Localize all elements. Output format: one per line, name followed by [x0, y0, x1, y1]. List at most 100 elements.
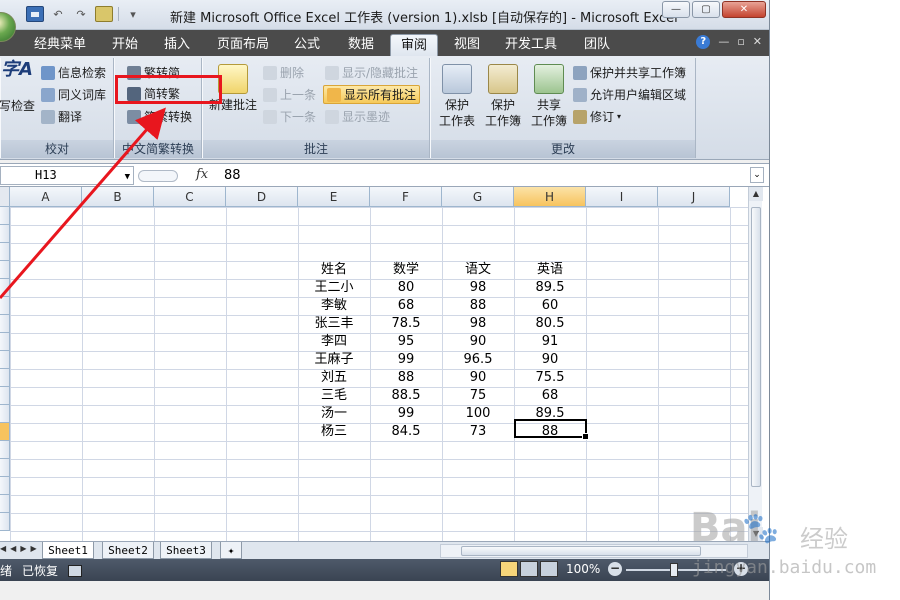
spelling-button[interactable]: 字A 写检查	[0, 61, 37, 114]
table-cell[interactable]: 75	[442, 387, 514, 405]
tab-view[interactable]: 视图	[446, 34, 488, 56]
zoom-out-icon[interactable]: −	[608, 562, 622, 576]
track-changes-button[interactable]: 修订 ▾	[573, 108, 621, 125]
delete-comment-button[interactable]: 删除	[263, 64, 304, 81]
column-header-e[interactable]: E	[298, 187, 370, 207]
row-header[interactable]	[0, 387, 10, 405]
show-all-comments-button[interactable]: 显示所有批注	[323, 85, 421, 104]
name-box-dropdown-icon[interactable]: ▼	[125, 169, 130, 186]
table-cell[interactable]: 80	[370, 279, 442, 297]
table-cell[interactable]: 99	[370, 351, 442, 369]
column-header-b[interactable]: B	[82, 187, 154, 207]
row-header[interactable]	[0, 423, 10, 441]
table-cell[interactable]: 刘五	[298, 369, 370, 387]
select-all-button[interactable]	[0, 187, 10, 207]
table-cell[interactable]: 王二小	[298, 279, 370, 297]
vertical-scrollbar[interactable]: ▲ ▼	[748, 187, 763, 541]
column-header-c[interactable]: C	[154, 187, 226, 207]
row-header[interactable]	[0, 207, 10, 225]
translate-button[interactable]: 翻译	[41, 108, 82, 125]
row-header[interactable]	[0, 333, 10, 351]
table-cell[interactable]: 73	[442, 423, 514, 441]
table-cell[interactable]: 90	[442, 333, 514, 351]
table-cell[interactable]: 88.5	[370, 387, 442, 405]
ribbon-restore-icon[interactable]: ▫	[737, 35, 744, 49]
tab-team[interactable]: 团队	[576, 34, 618, 56]
page-break-view-icon[interactable]	[540, 561, 558, 577]
table-cell[interactable]: 杨三	[298, 423, 370, 441]
protect-workbook-button[interactable]: 保护 工作簿	[481, 64, 525, 129]
thesaurus-button[interactable]: 同义词库	[41, 86, 106, 103]
formula-expand-icon[interactable]: ⌄	[750, 167, 764, 183]
table-cell[interactable]: 98	[442, 315, 514, 333]
sheet-tab-sheet1[interactable]: Sheet1	[42, 542, 94, 559]
tab-home[interactable]: 开始	[104, 34, 146, 56]
minimize-button[interactable]: —	[662, 1, 690, 18]
redo-icon[interactable]: ↷	[72, 6, 90, 22]
table-header-cell[interactable]: 数学	[370, 261, 442, 279]
table-cell[interactable]: 89.5	[514, 279, 586, 297]
row-header[interactable]	[0, 513, 10, 531]
research-button[interactable]: 信息检索	[41, 64, 106, 81]
insert-sheet-icon[interactable]: ✦	[220, 542, 242, 559]
macro-record-icon[interactable]	[68, 564, 83, 577]
ribbon-close-icon[interactable]: ✕	[753, 35, 762, 49]
ribbon-minimize-icon[interactable]: —	[718, 35, 729, 49]
column-header-g[interactable]: G	[442, 187, 514, 207]
zoom-level[interactable]: 100%	[566, 562, 600, 576]
table-cell[interactable]: 汤一	[298, 405, 370, 423]
insert-function-icon[interactable]: fx	[196, 167, 208, 182]
sheet-tab-sheet3[interactable]: Sheet3	[160, 542, 212, 559]
table-cell[interactable]: 91	[514, 333, 586, 351]
table-cell[interactable]: 80.5	[514, 315, 586, 333]
table-cell[interactable]: 三毛	[298, 387, 370, 405]
column-header-a[interactable]: A	[10, 187, 82, 207]
undo-icon[interactable]: ↶	[49, 6, 67, 22]
row-header[interactable]	[0, 477, 10, 495]
row-header[interactable]	[0, 495, 10, 513]
row-header[interactable]	[0, 351, 10, 369]
table-header-cell[interactable]: 语文	[442, 261, 514, 279]
table-cell[interactable]: 95	[370, 333, 442, 351]
sheet-tab-sheet2[interactable]: Sheet2	[102, 542, 154, 559]
tab-classic-menu[interactable]: 经典菜单	[28, 34, 92, 56]
last-sheet-icon[interactable]: ▶	[30, 544, 36, 553]
column-header-f[interactable]: F	[370, 187, 442, 207]
table-cell[interactable]: 99	[370, 405, 442, 423]
qat-dropdown-icon[interactable]: ▾	[124, 6, 142, 22]
show-ink-button[interactable]: 显示墨迹	[325, 108, 390, 125]
tab-page-layout[interactable]: 页面布局	[210, 34, 276, 56]
table-cell[interactable]: 68	[370, 297, 442, 315]
table-cell[interactable]: 90	[514, 351, 586, 369]
first-sheet-icon[interactable]: ◀	[0, 544, 6, 553]
tab-review[interactable]: 审阅	[390, 34, 438, 56]
row-header[interactable]	[0, 279, 10, 297]
table-cell[interactable]: 60	[514, 297, 586, 315]
table-cell[interactable]: 李敏	[298, 297, 370, 315]
row-header[interactable]	[0, 459, 10, 477]
table-header-cell[interactable]: 姓名	[298, 261, 370, 279]
save-icon[interactable]	[26, 6, 44, 22]
protect-sheet-button[interactable]: 保护 工作表	[435, 64, 479, 129]
column-header-i[interactable]: I	[586, 187, 658, 207]
normal-view-icon[interactable]	[500, 561, 518, 577]
table-header-cell[interactable]: 英语	[514, 261, 586, 279]
qat-custom-icon[interactable]	[95, 6, 113, 22]
active-cell-h13[interactable]	[514, 419, 589, 440]
tab-formulas[interactable]: 公式	[286, 34, 328, 56]
help-icon[interactable]: ?	[696, 35, 711, 49]
close-button[interactable]: ✕	[722, 1, 766, 18]
name-box[interactable]: H13 ▼	[0, 166, 134, 185]
column-header-d[interactable]: D	[226, 187, 298, 207]
table-cell[interactable]: 王麻子	[298, 351, 370, 369]
row-header[interactable]	[0, 315, 10, 333]
vertical-scroll-thumb[interactable]	[751, 207, 761, 487]
row-header[interactable]	[0, 261, 10, 279]
table-cell[interactable]: 张三丰	[298, 315, 370, 333]
row-header[interactable]	[0, 243, 10, 261]
row-header[interactable]	[0, 441, 10, 459]
column-header-j[interactable]: J	[658, 187, 730, 207]
protect-share-button[interactable]: 保护并共享工作簿	[573, 64, 686, 81]
table-cell[interactable]: 68	[514, 387, 586, 405]
formula-input[interactable]: 88	[224, 168, 241, 183]
